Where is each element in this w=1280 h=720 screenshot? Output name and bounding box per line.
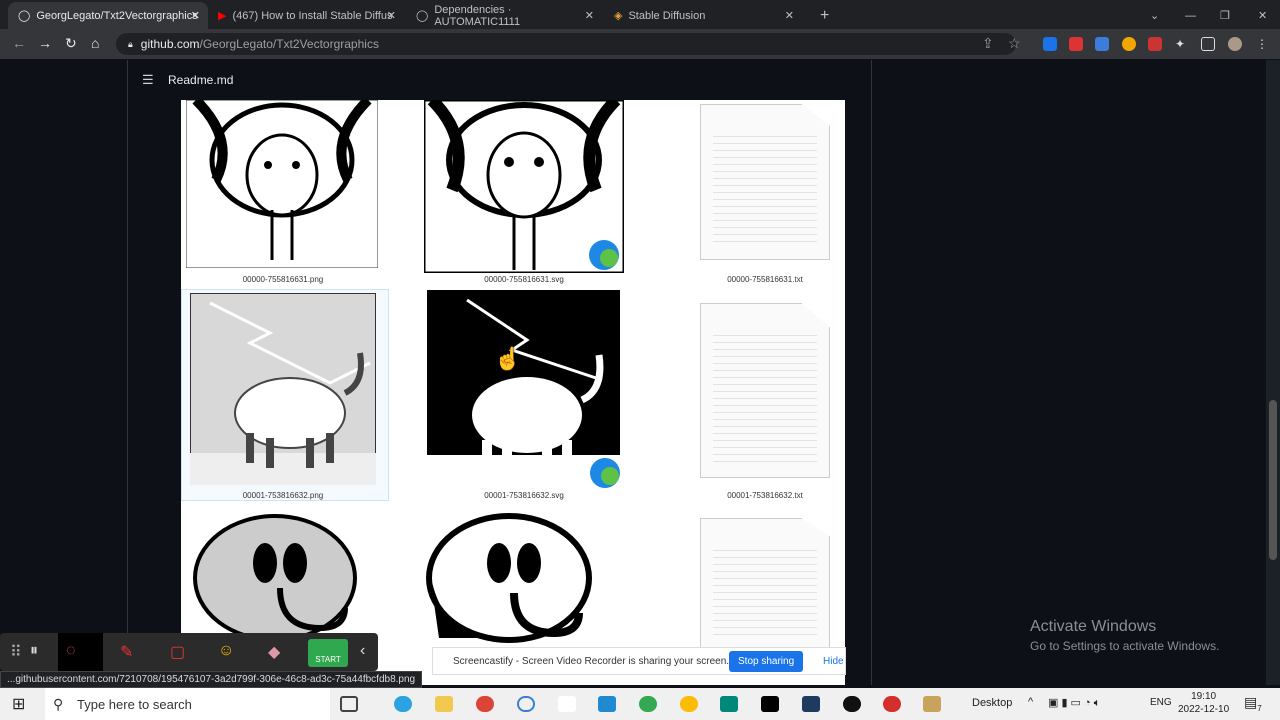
tab-github-repo[interactable]: ◯ GeorgLegato/Txt2Vectorgraphics ✕ — [8, 2, 208, 29]
elephant-png-image[interactable] — [185, 508, 377, 638]
file-caption: 00000-755816631.txt — [727, 275, 803, 284]
eraser-icon[interactable]: ◆ — [268, 642, 280, 662]
elephant-svg-image[interactable] — [427, 290, 620, 490]
windows-start-icon[interactable]: ⊞ — [12, 694, 25, 714]
new-tab-button[interactable]: + — [810, 2, 839, 29]
powershell-icon[interactable] — [802, 696, 820, 712]
signal-icon[interactable] — [517, 696, 535, 712]
cursor-app-icon[interactable] — [843, 696, 861, 712]
notifications-icon[interactable]: ▤7 — [1244, 694, 1262, 713]
file-explorer-icon[interactable] — [435, 696, 453, 712]
close-tab-icon[interactable]: ✕ — [387, 9, 396, 22]
close-window-button[interactable]: ✕ — [1248, 2, 1277, 29]
back-icon[interactable]: ← — [12, 35, 26, 51]
stable-diffusion-icon: ◈ — [614, 10, 623, 22]
file-caption: 00001-753816632.png — [242, 491, 324, 500]
link-status-bar: ...githubusercontent.com/7210708/1954761… — [0, 671, 423, 688]
tab-stable-diffusion[interactable]: ◈ Stable Diffusion ✕ — [604, 2, 802, 29]
file-caption: 00001-753816632.txt — [727, 491, 803, 500]
profile-avatar[interactable] — [1228, 37, 1242, 51]
google-meet-icon[interactable] — [720, 696, 738, 712]
elephant-png-image[interactable] — [186, 100, 378, 268]
extension-icon[interactable] — [1095, 37, 1109, 51]
side-panel-icon[interactable] — [1201, 37, 1215, 51]
collapse-chevron-icon[interactable]: ‹ — [360, 642, 365, 660]
start-button[interactable]: START — [308, 639, 348, 667]
readme-header: ☰ Readme.md — [127, 60, 872, 100]
text-file-icon[interactable] — [700, 303, 830, 478]
minimize-button[interactable]: — — [1175, 2, 1206, 29]
chrome-icon[interactable] — [476, 696, 494, 712]
extension-icon[interactable] — [1148, 37, 1162, 51]
file-caption: 00000-755816631.svg — [484, 275, 564, 284]
elephant-svg-image[interactable] — [424, 100, 624, 273]
sticker-icon[interactable]: ☺ — [218, 642, 234, 660]
restore-button[interactable]: ❐ — [1210, 2, 1240, 29]
github-icon: ◯ — [416, 10, 429, 22]
file-icon[interactable] — [558, 696, 576, 712]
screencastify-toolbar: ⠿ ⏸ ◌ ✎ ▢ ☺ ◆ START ‹ — [0, 633, 378, 671]
tray-chevron-icon[interactable]: ^ — [1028, 696, 1033, 708]
lock-icon: 🔒︎ — [128, 38, 133, 49]
tab-dependencies[interactable]: ◯ Dependencies · AUTOMATIC1111 ✕ — [406, 2, 602, 29]
menu-kebab-icon[interactable]: ⋮ — [1256, 37, 1270, 51]
desktop-toolbar[interactable]: Desktop — [972, 697, 1012, 709]
text-file-icon[interactable] — [700, 104, 830, 260]
hand-cursor-icon: ☝ — [494, 346, 522, 371]
tab-search-icon[interactable]: ⌄ — [1140, 2, 1169, 29]
tab-strip: ◯ GeorgLegato/Txt2Vectorgraphics ✕ ▶ (467) … — [0, 0, 1280, 29]
rectangle-icon[interactable]: ▢ — [170, 642, 185, 662]
tray-icons[interactable]: ▣ ▮ ▭ ◔ 🔈︎ — [1048, 696, 1100, 710]
pause-icon[interactable]: ⏸ — [30, 642, 38, 660]
taskbar-search-input[interactable]: ⚲ Type here to search — [45, 688, 330, 720]
readme-title: Readme.md — [168, 73, 234, 87]
file-caption: 00001-753816632.svg — [484, 491, 564, 500]
outline-menu-icon[interactable]: ☰ — [142, 72, 154, 88]
text-file-icon[interactable] — [700, 518, 830, 648]
vscode-icon[interactable] — [598, 696, 616, 712]
scrollbar-thumb[interactable] — [1269, 400, 1277, 560]
close-tab-icon[interactable]: ✕ — [191, 9, 200, 22]
file-caption: 00000-755816631.png — [242, 275, 324, 284]
app-icon[interactable] — [923, 696, 941, 712]
search-icon: ⚲ — [53, 695, 64, 712]
page-scrollbar[interactable] — [1266, 60, 1280, 685]
home-icon[interactable]: ⌂ — [91, 35, 99, 51]
forward-icon[interactable]: → — [38, 35, 52, 51]
mouse-spotlight-icon[interactable]: ◌ — [66, 642, 76, 660]
elephant-svg-image[interactable] — [424, 508, 604, 648]
drag-handle-icon[interactable]: ⠿ — [10, 642, 22, 662]
image-grid: 00000-755816631.png 00000-755816631.svg … — [181, 100, 845, 685]
close-tab-icon[interactable]: ✕ — [785, 9, 794, 22]
clock[interactable]: 19:10 2022-12-10 — [1178, 690, 1229, 716]
extension-icon[interactable] — [1069, 37, 1083, 51]
address-bar-row: ← → ↻ ⌂ 🔒︎ github.com/GeorgLegato/Txt2Vec… — [0, 29, 1280, 59]
extensions-puzzle-icon[interactable]: ✦ — [1175, 37, 1189, 51]
reload-icon[interactable]: ↻ — [65, 35, 77, 52]
language-indicator[interactable]: ENG — [1150, 697, 1172, 708]
chrome-icon[interactable] — [680, 696, 698, 712]
stop-sharing-button[interactable]: Stop sharing — [729, 651, 804, 672]
hide-button[interactable]: Hide — [823, 656, 844, 667]
github-icon: ◯ — [18, 10, 31, 22]
elephant-png-image[interactable] — [190, 293, 376, 485]
windows-taskbar: ⊞ ⚲ Type here to search Desktop ^ ▣ ▮ ▭ ◔… — [0, 688, 1280, 720]
telegram-icon[interactable] — [394, 696, 412, 712]
chrome-icon[interactable] — [639, 696, 657, 712]
youtube-icon: ▶ — [218, 10, 227, 22]
app-icon[interactable] — [883, 696, 901, 712]
close-tab-icon[interactable]: ✕ — [585, 9, 594, 22]
terminal-icon[interactable] — [761, 696, 779, 712]
extension-icon[interactable] — [1122, 37, 1136, 51]
activate-windows-watermark: Activate Windows Go to Settings to activ… — [1030, 618, 1220, 653]
screen-sharing-bar: Screencastify - Screen Video Recorder is… — [432, 647, 846, 675]
task-view-icon[interactable] — [340, 696, 358, 712]
tab-youtube[interactable]: ▶ (467) How to Install Stable Diffus ✕ — [208, 2, 404, 29]
bookmark-star-icon[interactable]: ☆ — [1008, 35, 1021, 52]
pen-icon[interactable]: ✎ — [120, 642, 133, 662]
url-input[interactable]: 🔒︎ github.com/GeorgLegato/Txt2Vectorgraph… — [116, 33, 1016, 55]
extension-icon[interactable] — [1043, 37, 1057, 51]
share-icon[interactable]: ⇪ — [982, 35, 994, 52]
